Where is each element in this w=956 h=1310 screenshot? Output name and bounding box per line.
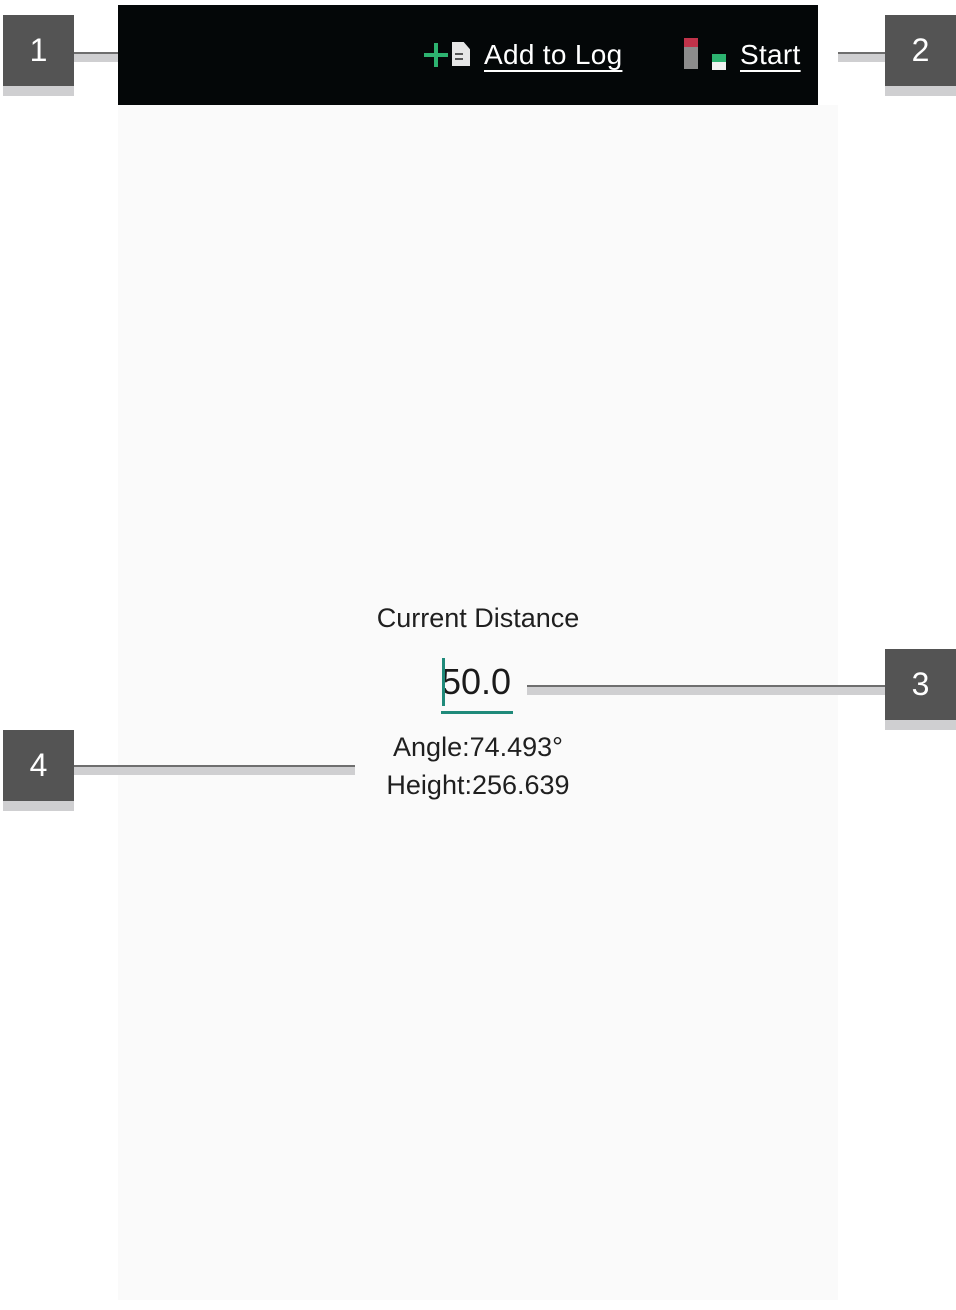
- text-cursor: [442, 658, 445, 706]
- callout-marker-4: 4: [3, 730, 74, 811]
- start-button[interactable]: Start: [682, 5, 801, 105]
- add-to-log-button[interactable]: Add to Log: [424, 5, 622, 105]
- callout-marker-3: 3: [885, 649, 956, 730]
- action-bar: Add to Log Start: [118, 5, 818, 105]
- callout-marker-1: 1: [3, 15, 74, 96]
- input-underline: [441, 711, 513, 714]
- callout-leader-3: [527, 685, 885, 695]
- callout-marker-2: 2: [885, 15, 956, 96]
- callout-number: 3: [911, 666, 930, 702]
- current-distance-title: Current Distance: [376, 603, 580, 633]
- start-label: Start: [740, 39, 801, 70]
- start-indicator-icon: [682, 38, 726, 72]
- distance-field[interactable]: [441, 656, 513, 716]
- callout-number: 2: [911, 32, 930, 68]
- callout-leader-2: [838, 52, 885, 62]
- callout-number: 1: [29, 32, 48, 68]
- angle-readout: Angle:74.493°: [393, 732, 563, 762]
- callout-number: 4: [29, 747, 48, 783]
- add-to-log-label: Add to Log: [484, 39, 623, 70]
- callout-leader-4: [74, 765, 355, 775]
- screen: 1 2 Add to Log Start Current Distance 50…: [0, 0, 956, 1310]
- distance-input[interactable]: [441, 656, 513, 708]
- add-document-icon: [424, 40, 472, 70]
